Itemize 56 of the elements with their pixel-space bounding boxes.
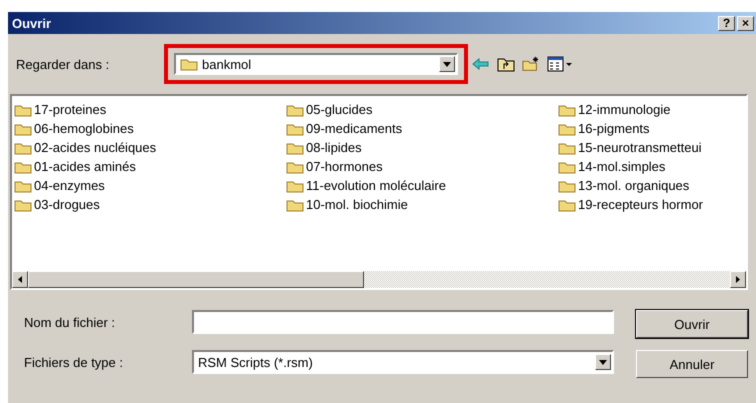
file-type-label: Fichiers de type :: [24, 354, 124, 370]
folder-item[interactable]: 10-mol. biochimie: [286, 195, 558, 214]
folder-item[interactable]: 19-recepteurs hormor: [558, 195, 746, 214]
folder-item[interactable]: 17-proteines: [14, 100, 286, 119]
folder-item[interactable]: 13-mol. organiques: [558, 176, 746, 195]
help-button[interactable]: ?: [718, 16, 735, 30]
folder-icon: [286, 122, 304, 136]
folder-item[interactable]: 01-acides aminés: [14, 157, 286, 176]
folder-item[interactable]: 14-mol.simples: [558, 157, 746, 176]
folder-item[interactable]: 11-evolution moléculaire: [286, 176, 558, 195]
close-button[interactable]: ×: [737, 16, 754, 30]
folder-item[interactable]: 02-acides nucléiques: [14, 138, 286, 157]
scroll-left-icon[interactable]: [12, 271, 28, 288]
folder-item[interactable]: 09-medicaments: [286, 119, 558, 138]
folder-icon: [558, 178, 576, 192]
folder-icon: [286, 178, 304, 192]
folder-icon: [286, 102, 304, 116]
look-in-dropdown[interactable]: bankmol: [174, 53, 458, 75]
folder-item[interactable]: 12-immunologie: [558, 100, 746, 119]
file-name-label: Nom du fichier :: [24, 314, 116, 330]
look-in-label: Regarder dans :: [16, 56, 110, 72]
cancel-button[interactable]: Annuler: [636, 350, 748, 378]
folder-icon: [14, 160, 32, 174]
folder-icon: [558, 140, 576, 154]
folder-icon: [558, 160, 576, 174]
folder-item[interactable]: 06-hemoglobines: [14, 119, 286, 138]
folder-icon: [286, 198, 304, 212]
back-arrow-icon[interactable]: [472, 56, 490, 72]
folder-icon: [286, 140, 304, 154]
file-name-field[interactable]: [192, 310, 614, 334]
folder-icon: [558, 102, 576, 116]
folder-icon: [558, 198, 576, 212]
folder-item[interactable]: 07-hormones: [286, 157, 558, 176]
folder-item[interactable]: 03-drogues: [14, 195, 286, 214]
folder-icon: [14, 140, 32, 154]
up-folder-icon[interactable]: [497, 56, 515, 72]
folder-item[interactable]: 05-glucides: [286, 100, 558, 119]
folder-icon: [180, 57, 198, 71]
new-folder-icon[interactable]: [522, 56, 540, 72]
folder-icon: [14, 198, 32, 212]
folder-item[interactable]: 08-lipides: [286, 138, 558, 157]
folder-icon: [14, 122, 32, 136]
file-type-dropdown[interactable]: RSM Scripts (*.rsm): [192, 350, 614, 374]
folder-icon: [286, 160, 304, 174]
folder-item[interactable]: 16-pigments: [558, 119, 746, 138]
folder-icon: [14, 178, 32, 192]
folder-icon: [14, 102, 32, 116]
horizontal-scrollbar[interactable]: [12, 271, 746, 288]
folder-icon: [558, 122, 576, 136]
folder-item[interactable]: 15-neurotransmetteui: [558, 138, 746, 157]
window-title: Ouvrir: [12, 16, 52, 30]
scroll-right-icon[interactable]: [730, 271, 746, 288]
view-menu-icon[interactable]: [547, 56, 573, 72]
open-button[interactable]: Ouvrir: [636, 310, 748, 338]
scroll-thumb[interactable]: [28, 271, 364, 288]
folder-item[interactable]: 04-enzymes: [14, 176, 286, 195]
